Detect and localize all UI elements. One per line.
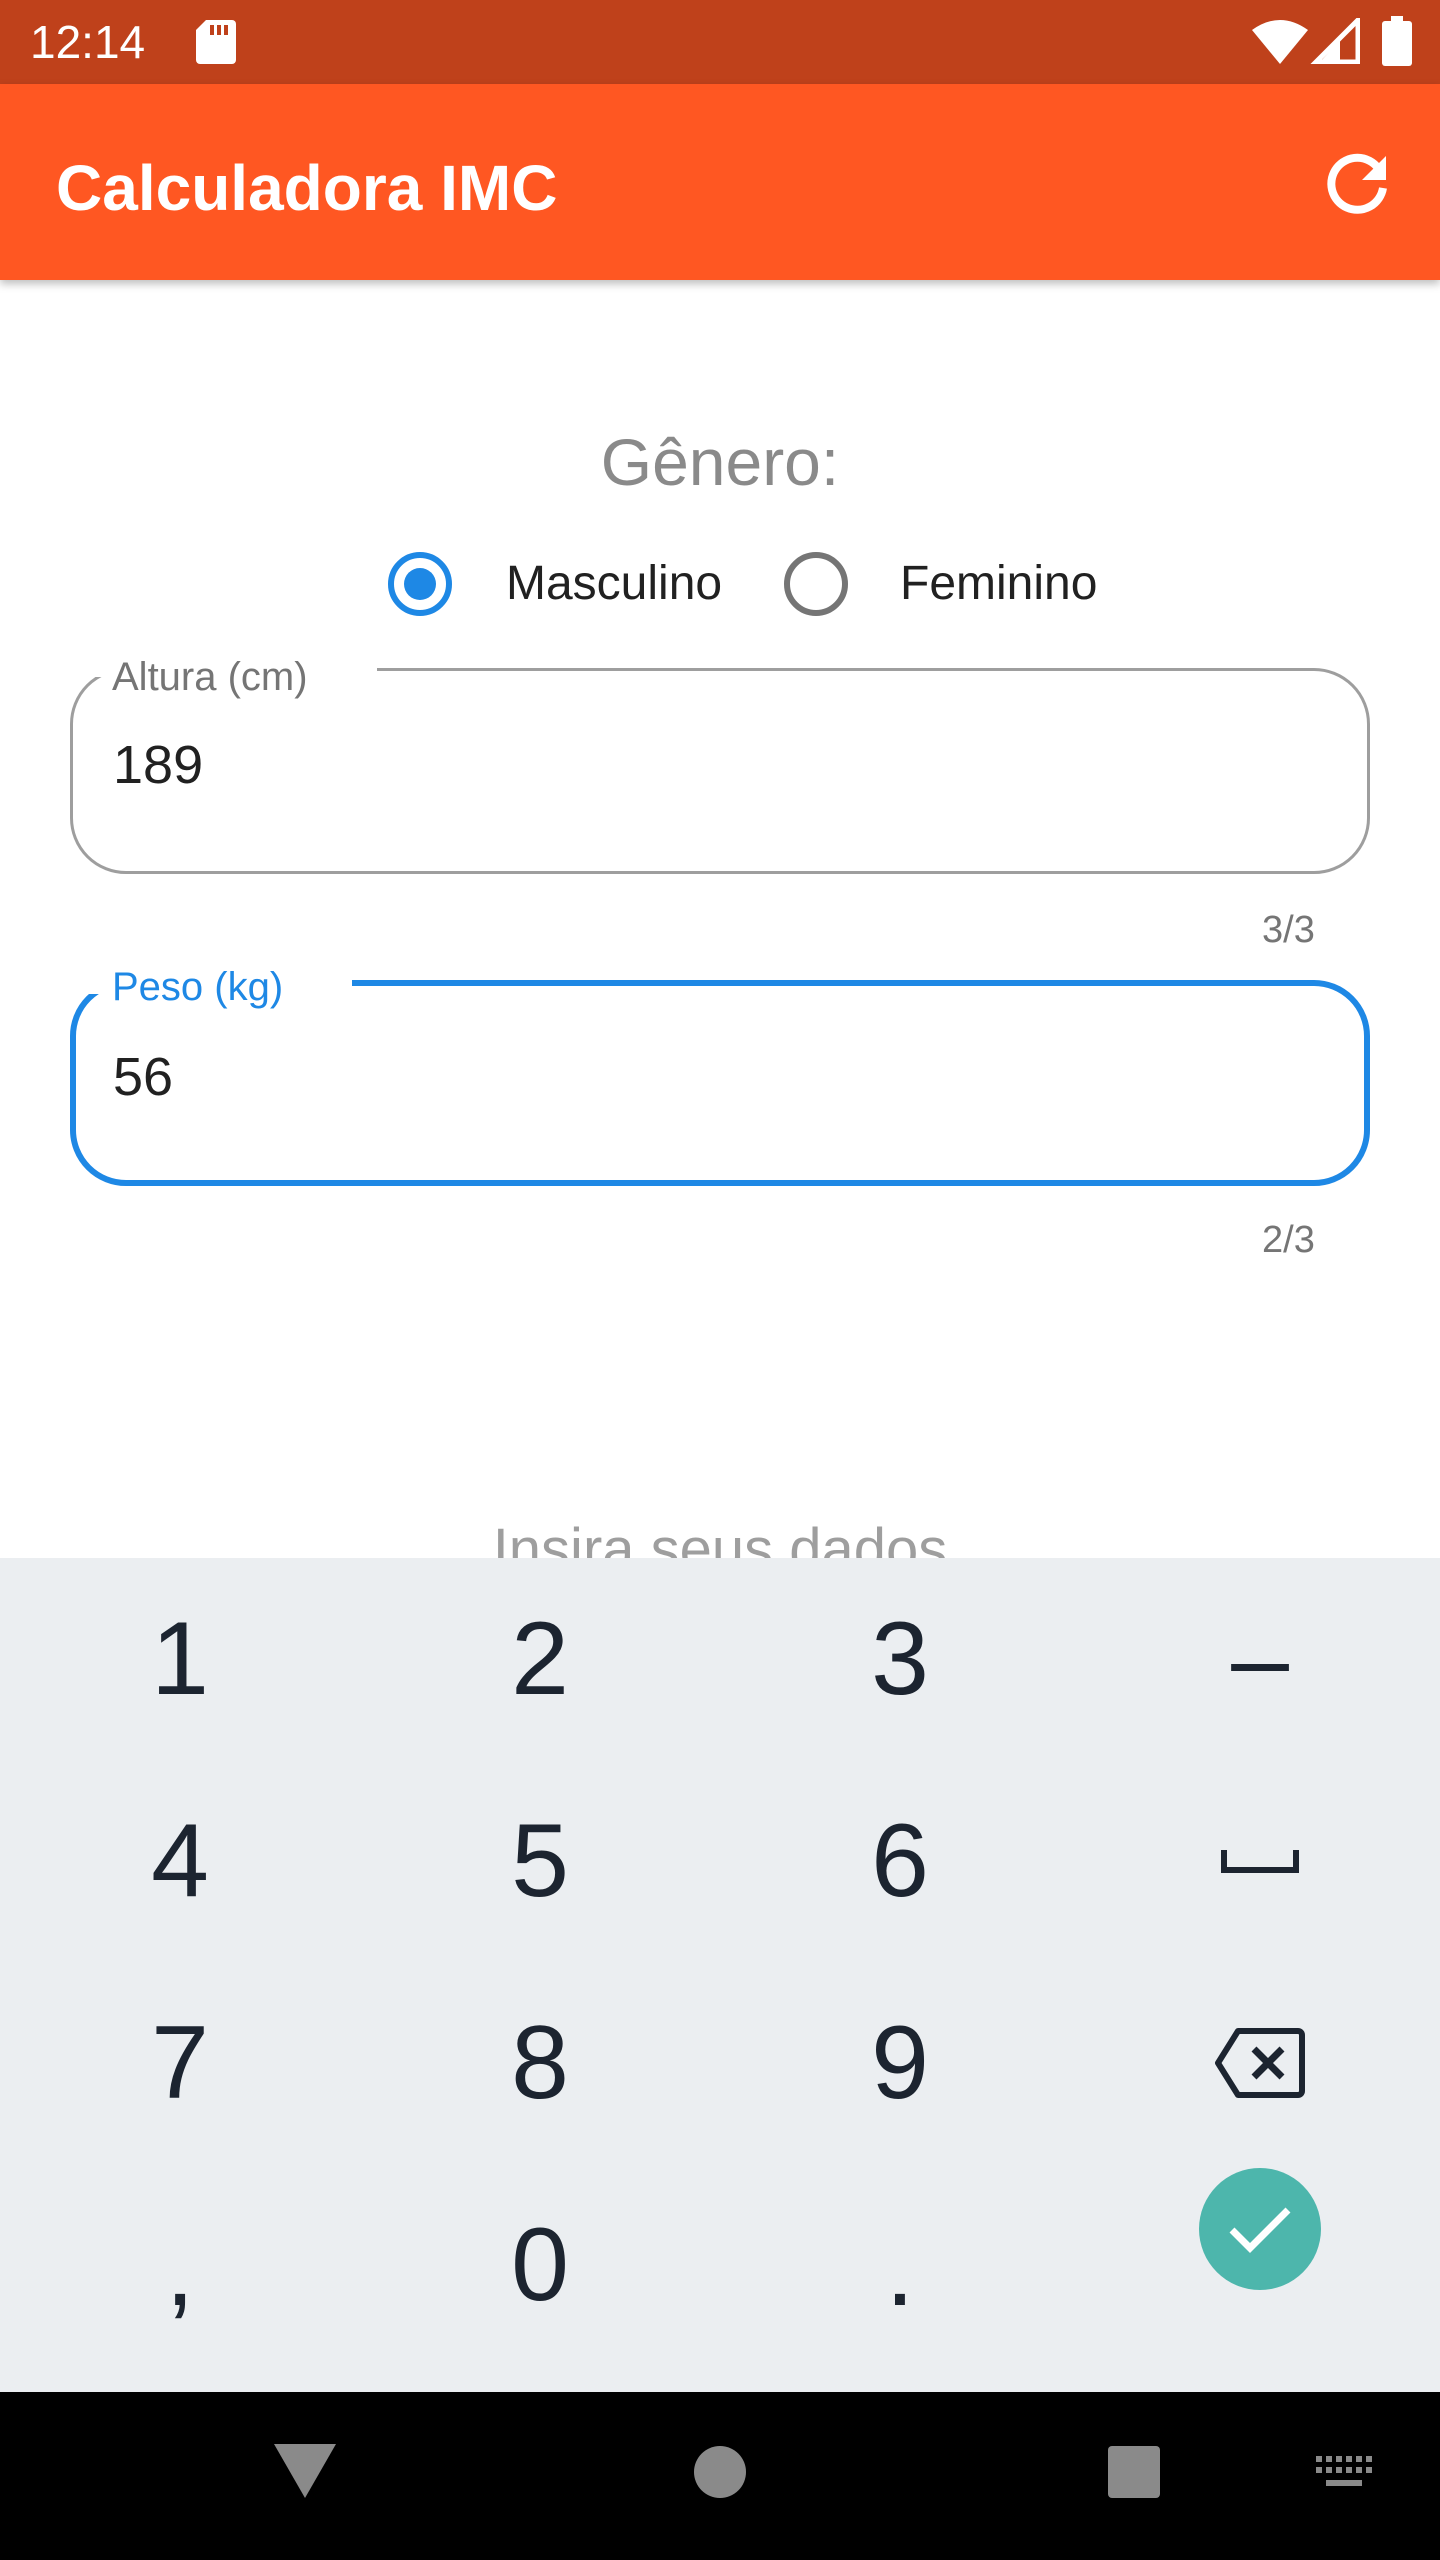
app-bar: Calculadora IMC xyxy=(0,84,1440,280)
enter-button[interactable] xyxy=(1199,2168,1321,2290)
backspace-icon xyxy=(1215,2028,1305,2098)
key-8[interactable]: 8 xyxy=(360,1962,720,2164)
radio-label-masculino: Masculino xyxy=(506,557,723,610)
main-content: Gênero: Masculino Feminino 189 Altura (c… xyxy=(0,280,1440,1582)
key-period[interactable]: . xyxy=(720,2164,1080,2366)
key-5[interactable]: 5 xyxy=(360,1760,720,1962)
battery-icon xyxy=(1382,16,1412,66)
wifi-icon xyxy=(1252,20,1308,64)
key-1[interactable]: 1 xyxy=(0,1558,360,1760)
status-bar: 12:14 xyxy=(0,0,1440,84)
radio-button-masculino[interactable] xyxy=(388,552,452,616)
status-time: 12:14 xyxy=(30,16,146,68)
space-icon xyxy=(1221,1850,1299,1873)
key-7[interactable]: 7 xyxy=(0,1962,360,2164)
gender-option-feminino[interactable]: Feminino xyxy=(784,548,1124,620)
signal-icon xyxy=(1310,18,1360,64)
gender-option-masculino[interactable]: Masculino xyxy=(388,548,738,620)
numeric-keyboard: 1 2 3 – 4 5 6 7 8 9 , 0 . xyxy=(0,1558,1440,2392)
key-backspace[interactable] xyxy=(1080,1962,1440,2164)
refresh-icon[interactable] xyxy=(1322,150,1392,220)
back-icon[interactable] xyxy=(274,2444,336,2498)
key-9[interactable]: 9 xyxy=(720,1962,1080,2164)
navigation-bar xyxy=(0,2392,1440,2560)
key-6[interactable]: 6 xyxy=(720,1760,1080,1962)
keyboard-switch-icon[interactable] xyxy=(1316,2456,1372,2492)
key-space[interactable] xyxy=(1080,1760,1440,1962)
key-4[interactable]: 4 xyxy=(0,1760,360,1962)
key-enter[interactable] xyxy=(1080,2164,1440,2366)
home-icon[interactable] xyxy=(694,2446,746,2498)
weight-field-label: Peso (kg) xyxy=(112,965,284,1009)
height-value: 189 xyxy=(113,735,204,795)
key-comma[interactable]: , xyxy=(0,2164,360,2366)
key-3[interactable]: 3 xyxy=(720,1558,1080,1760)
key-minus[interactable]: – xyxy=(1080,1558,1440,1760)
height-field-label: Altura (cm) xyxy=(112,655,308,699)
recents-icon[interactable] xyxy=(1108,2446,1160,2498)
gender-label: Gênero: xyxy=(600,425,840,499)
app-title: Calculadora IMC xyxy=(56,152,558,224)
radio-label-feminino: Feminino xyxy=(900,557,1098,610)
weight-counter: 2/3 xyxy=(1262,1219,1315,1261)
sd-card-icon xyxy=(196,20,236,64)
weight-value: 56 xyxy=(113,1047,174,1107)
radio-button-feminino[interactable] xyxy=(784,552,848,616)
check-icon xyxy=(1229,2207,1291,2253)
key-0[interactable]: 0 xyxy=(360,2164,720,2366)
height-counter: 3/3 xyxy=(1262,909,1315,951)
key-2[interactable]: 2 xyxy=(360,1558,720,1760)
